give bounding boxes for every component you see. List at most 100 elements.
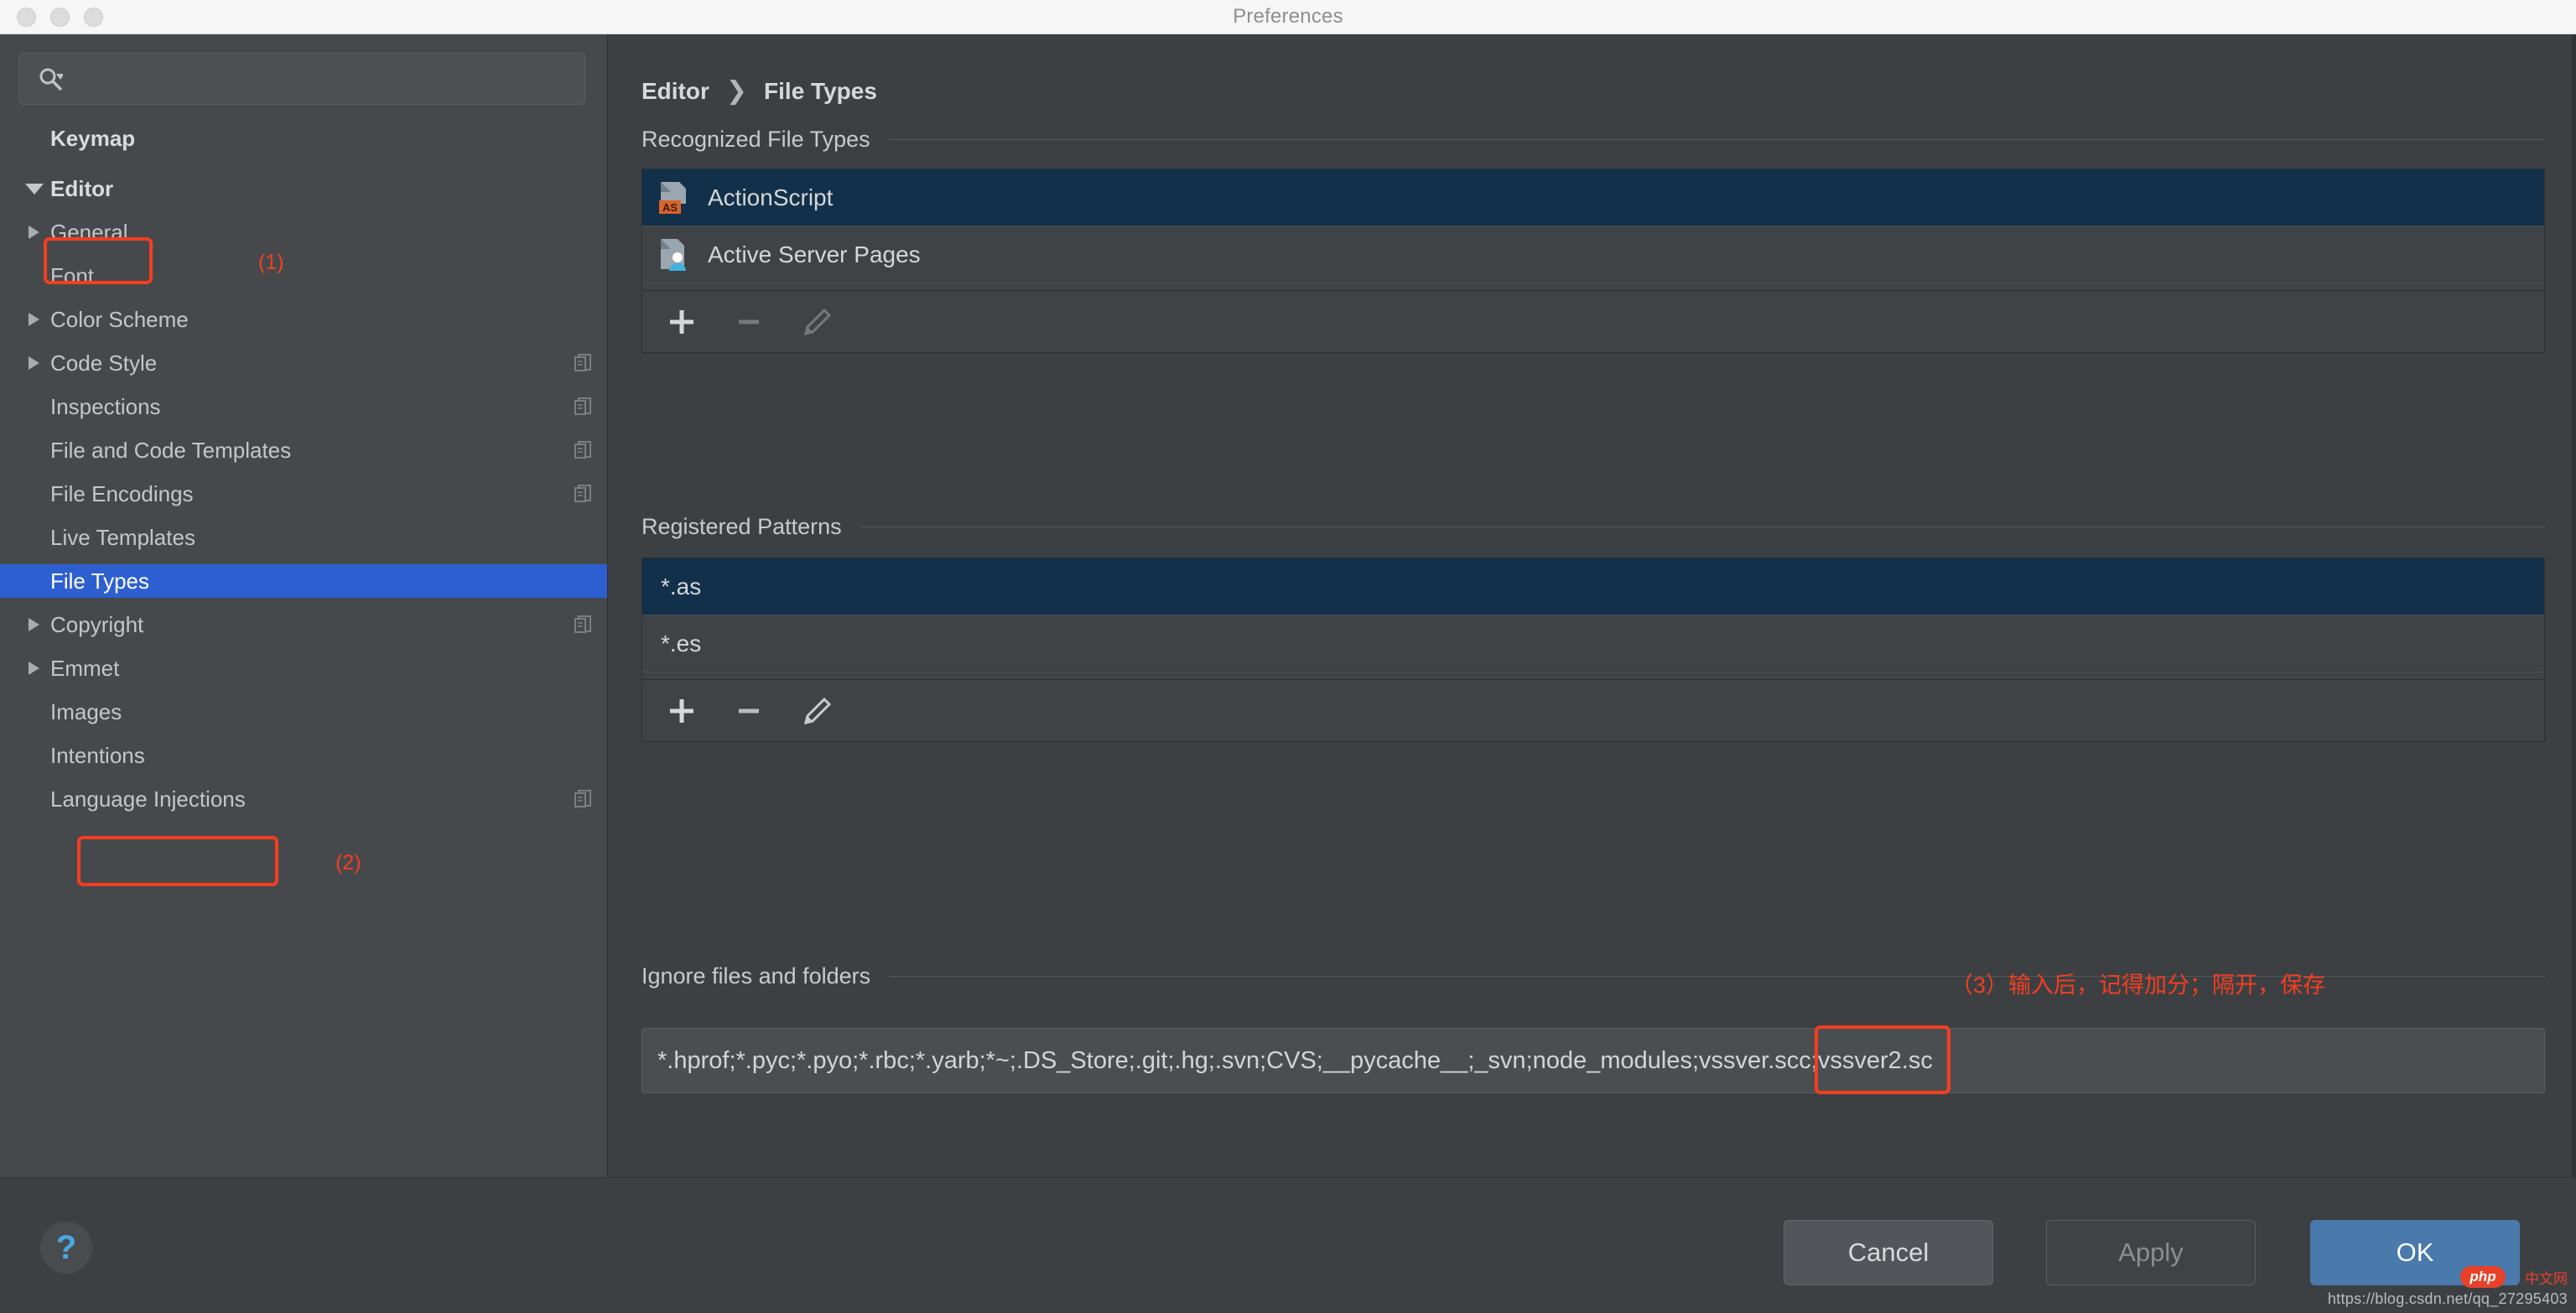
annotation-box-file-types <box>77 836 278 886</box>
sidebar-item-file-types[interactable]: File Types <box>0 564 607 598</box>
project-scope-icon <box>574 440 593 460</box>
sidebar-item-live-templates[interactable]: Live Templates <box>0 521 607 554</box>
title-bar: Preferences <box>0 0 2576 34</box>
minimize-button[interactable] <box>50 8 70 27</box>
section-title: Registered Patterns <box>641 514 842 539</box>
list-item[interactable]: Active Server Pages <box>642 226 2544 283</box>
annotation-label-3: （3）输入后，记得加分；隔开，保存 <box>1950 973 2326 998</box>
chevron-down-icon <box>25 183 44 195</box>
list-item-label: Active Server Pages <box>708 241 921 267</box>
section-title: Ignore files and folders <box>641 963 871 989</box>
sidebar-item-label: Emmet <box>50 655 120 681</box>
sidebar-item-emmet[interactable]: Emmet <box>0 651 607 685</box>
sidebar-item-code-style[interactable]: Code Style <box>0 346 607 380</box>
chevron-right-icon <box>29 662 39 675</box>
remove-pattern-button[interactable] <box>730 692 768 730</box>
settings-tree: Keymap Editor General Font Color Scheme … <box>0 122 607 816</box>
sidebar-item-label: File Types <box>50 568 150 594</box>
project-scope-icon <box>574 615 593 635</box>
project-scope-icon <box>574 484 593 504</box>
sidebar-item-file-and-code-templates[interactable]: File and Code Templates <box>0 433 607 467</box>
sidebar-item-label: Inspections <box>50 393 161 419</box>
chevron-right-icon <box>29 356 39 370</box>
actionscript-file-icon: AS <box>654 179 693 217</box>
sidebar-item-file-encodings[interactable]: File Encodings <box>0 477 607 511</box>
ignore-files-input[interactable]: *.hprof;*.pyc;*.pyo;*.rbc;*.yarb;*~;.DS_… <box>641 1028 2545 1093</box>
search-box[interactable] <box>18 53 585 105</box>
sidebar-item-label: Code Style <box>50 350 158 376</box>
sidebar-item-label: Editor <box>50 175 114 201</box>
section-divider <box>888 139 2545 140</box>
preferences-window: Preferences Keymap Editor General Font C… <box>0 0 2576 1313</box>
sidebar-item-general[interactable]: General <box>0 215 607 249</box>
project-scope-icon <box>574 353 593 373</box>
breadcrumb-current: File Types <box>764 77 877 104</box>
remove-button[interactable] <box>730 303 768 341</box>
list-item[interactable]: AS ActionScript <box>642 169 2544 226</box>
recognized-file-types-section-header: Recognized File Types <box>641 127 2545 153</box>
list-item-label: ActionScript <box>708 184 834 210</box>
pencil-icon[interactable] <box>797 692 835 730</box>
sidebar-item-label: File Encodings <box>50 480 194 506</box>
sidebar-item-label: Color Scheme <box>50 306 189 332</box>
sidebar-item-label: Live Templates <box>50 524 195 550</box>
php-logo: php <box>2460 1266 2506 1288</box>
sidebar-item-label: Language Injections <box>50 786 246 812</box>
recognized-file-types-list[interactable]: AS ActionScript Active Server Pages <box>641 169 2545 325</box>
list-item-label: *.as <box>661 573 702 599</box>
pencil-icon[interactable] <box>797 303 835 341</box>
project-scope-icon <box>574 789 593 809</box>
svg-text:AS: AS <box>662 201 678 214</box>
registered-patterns-toolbar <box>641 680 2545 742</box>
settings-detail-pane: Editor ❯ File Types Recognized File Type… <box>609 34 2576 1177</box>
sidebar-item-images[interactable]: Images <box>0 695 607 729</box>
sidebar-item-label: Images <box>50 698 122 724</box>
chevron-right-icon <box>29 226 39 239</box>
sidebar-item-inspections[interactable]: Inspections <box>0 390 607 423</box>
add-pattern-button[interactable] <box>662 692 701 730</box>
list-item[interactable]: *.as <box>642 558 2544 615</box>
breadcrumb: Editor ❯ File Types <box>641 76 877 106</box>
sidebar-item-language-injections[interactable]: Language Injections <box>0 782 607 816</box>
watermark-url: https://blog.csdn.net/qq_27295403 <box>2327 1290 2568 1307</box>
sidebar-item-font[interactable]: Font <box>0 259 607 293</box>
php-cn-label: 中文网 <box>2525 1271 2568 1287</box>
help-button[interactable]: ? <box>40 1222 92 1274</box>
add-button[interactable] <box>662 303 701 341</box>
registered-patterns-list[interactable]: *.as *.es *.js2 <box>641 558 2545 714</box>
sidebar-item-color-scheme[interactable]: Color Scheme <box>0 303 607 336</box>
asp-file-icon <box>654 236 693 274</box>
annotation-label-2: (2) <box>335 851 361 874</box>
window-controls <box>17 8 103 27</box>
sidebar-item-label: Keymap <box>50 125 136 151</box>
sidebar-item-keymap[interactable]: Keymap <box>0 122 607 155</box>
sidebar-item-label: Copyright <box>50 611 144 637</box>
chevron-right-icon <box>29 313 39 326</box>
chevron-right-icon <box>29 618 39 631</box>
sidebar-item-editor[interactable]: Editor <box>0 172 607 205</box>
annotation-label-1: (1) <box>258 251 284 274</box>
recognized-file-types-toolbar <box>641 291 2545 353</box>
window-right-edge <box>2572 34 2576 1177</box>
window-title: Preferences <box>1233 5 1343 28</box>
section-title: Recognized File Types <box>641 127 870 152</box>
list-item[interactable]: *.es <box>642 615 2544 672</box>
search-input[interactable] <box>63 67 584 91</box>
apply-button[interactable]: Apply <box>2046 1220 2256 1285</box>
breadcrumb-parent[interactable]: Editor <box>641 78 709 105</box>
cancel-button[interactable]: Cancel <box>1784 1220 1993 1285</box>
sidebar-item-label: File and Code Templates <box>50 437 292 463</box>
settings-sidebar: Keymap Editor General Font Color Scheme … <box>0 34 608 1177</box>
registered-patterns-section-header: Registered Patterns <box>641 514 2545 540</box>
project-scope-icon <box>574 397 593 417</box>
close-button[interactable] <box>17 8 36 27</box>
sidebar-item-label: Font <box>50 262 95 288</box>
sidebar-item-label: General <box>50 219 128 245</box>
sidebar-item-copyright[interactable]: Copyright <box>0 608 607 641</box>
search-icon <box>38 66 63 91</box>
dialog-body: Keymap Editor General Font Color Scheme … <box>0 34 2576 1177</box>
sidebar-item-intentions[interactable]: Intentions <box>0 739 607 772</box>
chevron-right-icon: ❯ <box>725 77 748 105</box>
zoom-button[interactable] <box>84 8 103 27</box>
ignore-files-value: *.hprof;*.pyc;*.pyo;*.rbc;*.yarb;*~;.DS_… <box>657 1046 1933 1074</box>
